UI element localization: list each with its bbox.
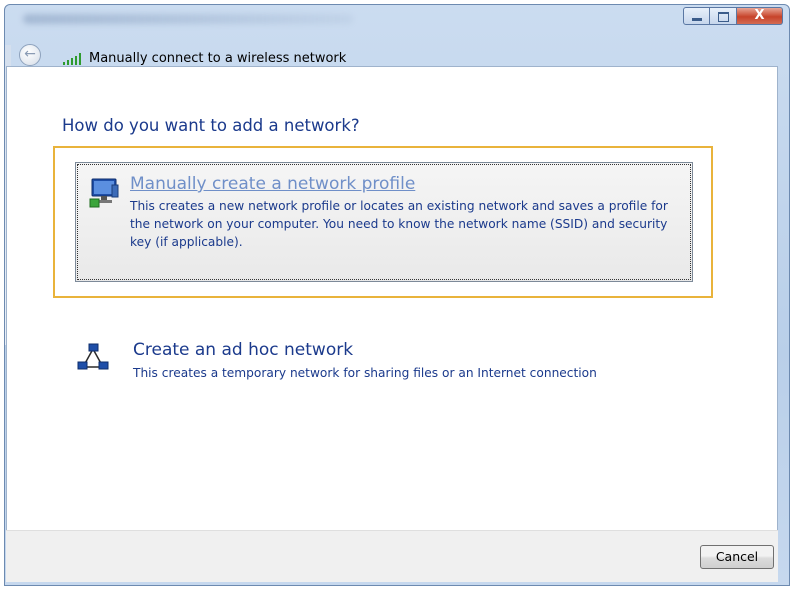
minimize-icon bbox=[692, 18, 702, 21]
close-icon: X bbox=[754, 8, 765, 23]
minimize-button[interactable] bbox=[683, 7, 710, 25]
blurred-window-title bbox=[23, 14, 353, 24]
network-profile-icon bbox=[89, 178, 119, 208]
title-bar[interactable]: X bbox=[5, 5, 789, 37]
navigation-bar: ← Manually connect to a wireless network bbox=[5, 37, 789, 69]
window-controls: X bbox=[683, 7, 783, 25]
option-title: Create an ad hoc network bbox=[133, 340, 354, 360]
content-area: How do you want to add a network? Manual… bbox=[6, 66, 778, 536]
option-title: Manually create a network profile bbox=[130, 174, 416, 194]
option-description: This creates a temporary network for sha… bbox=[133, 366, 597, 380]
wireless-signal-icon bbox=[63, 53, 81, 65]
maximize-icon bbox=[718, 12, 729, 22]
option-manual-profile[interactable]: Manually create a network profile This c… bbox=[53, 146, 713, 298]
close-button[interactable]: X bbox=[737, 7, 783, 25]
option-ad-hoc[interactable]: Create an ad hoc network This creates a … bbox=[77, 340, 697, 403]
dialog-footer: Cancel bbox=[6, 530, 778, 582]
back-button[interactable]: ← bbox=[19, 44, 41, 66]
option-description: This creates a new network profile or lo… bbox=[130, 199, 668, 249]
page-title: Manually connect to a wireless network bbox=[89, 51, 347, 66]
maximize-button[interactable] bbox=[710, 7, 737, 25]
main-heading: How do you want to add a network? bbox=[62, 116, 360, 135]
back-arrow-icon: ← bbox=[24, 46, 36, 62]
cancel-button[interactable]: Cancel bbox=[700, 545, 774, 569]
option-highlight: Manually create a network profile This c… bbox=[75, 162, 693, 282]
ad-hoc-network-icon bbox=[77, 343, 109, 370]
